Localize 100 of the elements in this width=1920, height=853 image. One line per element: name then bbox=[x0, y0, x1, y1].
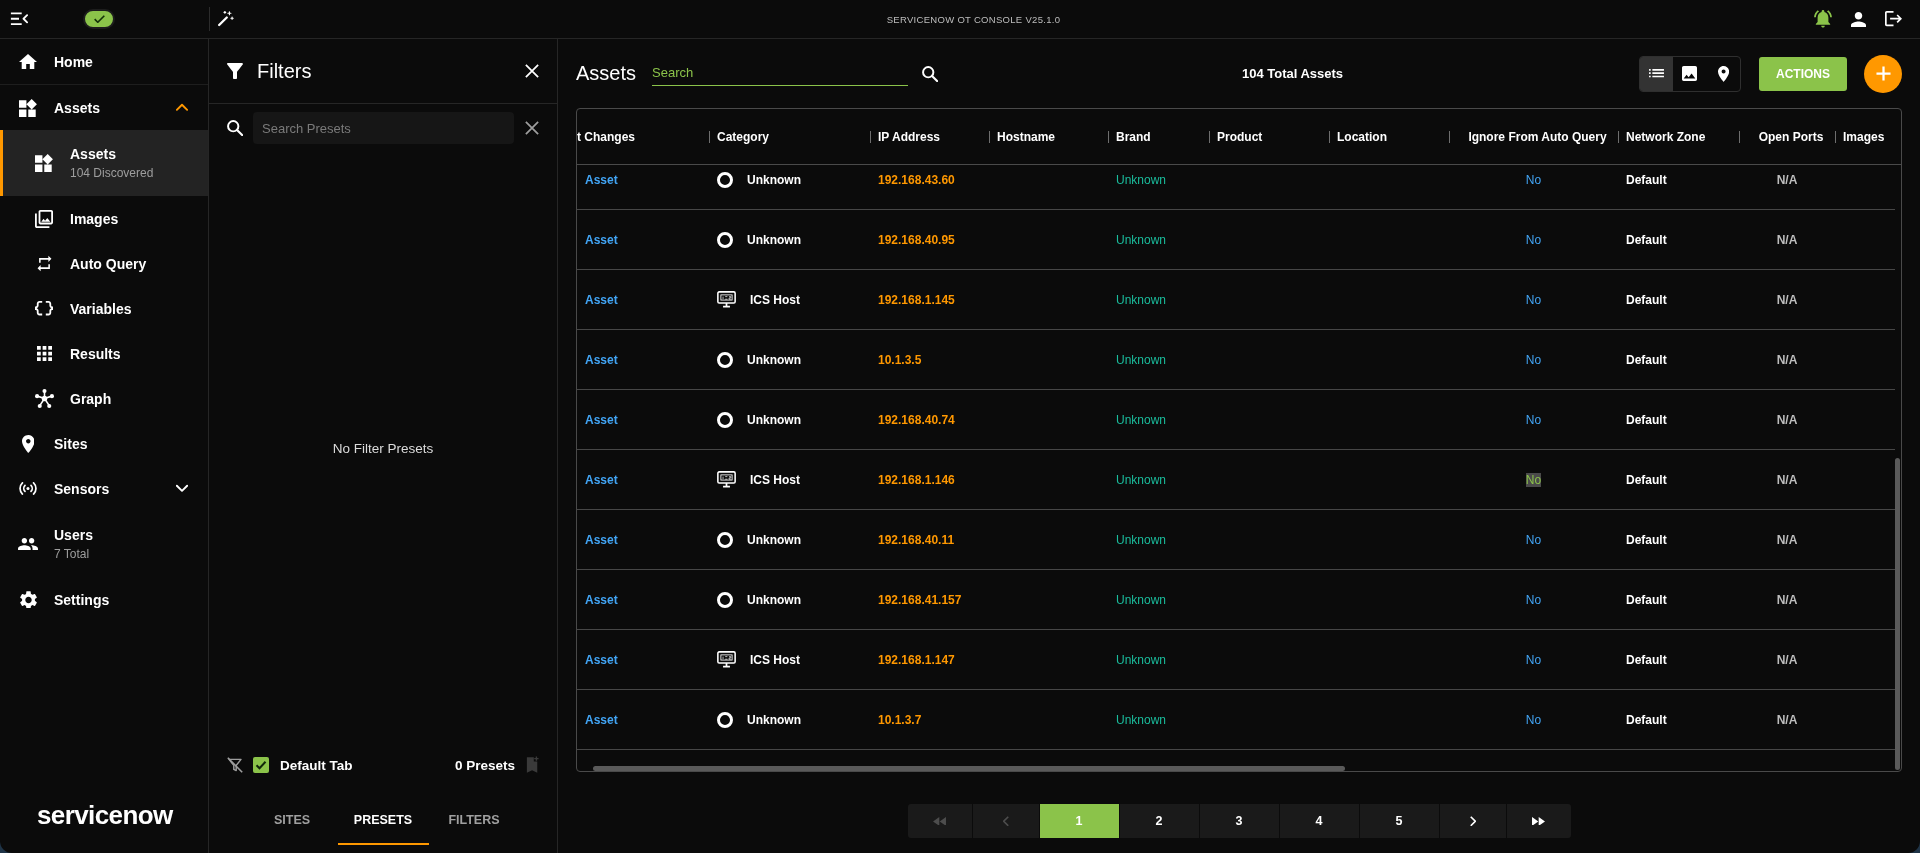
category-label: ICS Host bbox=[750, 652, 800, 667]
ip-address: 192.168.40.11 bbox=[878, 532, 955, 547]
category-label: Unknown bbox=[747, 172, 801, 187]
column-header[interactable]: Category bbox=[717, 129, 769, 144]
page-button[interactable]: 2 bbox=[1119, 804, 1199, 838]
filter-icon bbox=[227, 63, 243, 79]
view-asset-link[interactable]: Asset bbox=[585, 412, 618, 427]
view-asset-link[interactable]: Asset bbox=[585, 472, 618, 487]
column-header[interactable]: Product bbox=[1217, 129, 1263, 144]
ring-icon bbox=[717, 711, 733, 728]
page-button[interactable]: 3 bbox=[1199, 804, 1279, 838]
brand-value: Unknown bbox=[1116, 172, 1167, 187]
nav-item[interactable]: Variables bbox=[0, 286, 208, 331]
category-label: Unknown bbox=[747, 232, 801, 247]
view-asset-link[interactable]: Asset bbox=[585, 232, 618, 247]
column-header[interactable]: Location bbox=[1337, 129, 1387, 144]
ring-icon bbox=[717, 231, 733, 248]
page-button[interactable]: 5 bbox=[1359, 804, 1439, 838]
tab[interactable]: FILTERS bbox=[428, 797, 520, 845]
search-icon[interactable] bbox=[922, 65, 939, 82]
tab[interactable]: PRESETS bbox=[337, 797, 429, 845]
nav-item[interactable]: Sensors bbox=[0, 466, 208, 511]
ip-address: 192.168.43.60 bbox=[878, 172, 955, 187]
brand-value: Unknown bbox=[1116, 652, 1167, 667]
people-icon bbox=[18, 537, 38, 551]
view-asset-link[interactable]: Asset bbox=[585, 592, 618, 607]
nav-item[interactable]: Auto Query bbox=[0, 241, 208, 286]
ip-address: 192.168.1.145 bbox=[878, 292, 955, 307]
search-field[interactable]: Search Presets bbox=[253, 112, 514, 144]
search-icon[interactable] bbox=[227, 120, 243, 136]
tab[interactable]: SITES bbox=[246, 797, 338, 845]
view-asset-link[interactable]: Asset bbox=[585, 352, 618, 367]
horizontal-scrollbar[interactable] bbox=[593, 766, 1345, 771]
widgets-icon bbox=[19, 98, 37, 117]
column-header[interactable]: Open Ports bbox=[1758, 129, 1824, 144]
nav-item[interactable]: Sites bbox=[0, 421, 208, 466]
brand-value: Unknown bbox=[1116, 472, 1167, 487]
ip-address: 192.168.40.74 bbox=[878, 412, 955, 427]
vertical-scrollbar[interactable] bbox=[1895, 458, 1900, 770]
ignore-auto-query-value: No bbox=[1525, 172, 1542, 187]
category-label: Unknown bbox=[747, 532, 801, 547]
nav-item[interactable]: Settings bbox=[0, 577, 208, 622]
page-button[interactable]: 4 bbox=[1279, 804, 1359, 838]
nav-item[interactable]: Results bbox=[0, 331, 208, 376]
search-field[interactable]: Search bbox=[652, 61, 909, 86]
last-page-button[interactable] bbox=[1506, 804, 1571, 838]
bell-icon[interactable] bbox=[1814, 10, 1832, 28]
open-ports: N/A bbox=[1776, 532, 1798, 547]
logout-icon[interactable] bbox=[1885, 11, 1902, 27]
menu-collapse-icon[interactable] bbox=[10, 12, 28, 26]
nav-item[interactable]: Assets 104 Discovered bbox=[0, 130, 208, 196]
brand-value: Unknown bbox=[1116, 292, 1167, 307]
ring-icon bbox=[717, 531, 733, 548]
view-asset-link[interactable]: Asset bbox=[585, 292, 618, 307]
person-icon[interactable] bbox=[1851, 11, 1866, 27]
column-header[interactable]: IP Address bbox=[878, 129, 941, 144]
ip-address: 192.168.1.147 bbox=[878, 652, 955, 667]
network-zone: Default bbox=[1626, 712, 1667, 727]
close-icon[interactable] bbox=[525, 64, 539, 78]
page-title: Assets bbox=[576, 62, 637, 85]
column-header[interactable]: Network Zone bbox=[1626, 129, 1706, 144]
chevron-right-icon bbox=[1469, 815, 1476, 827]
chevron-up-icon[interactable] bbox=[176, 103, 188, 112]
ignore-auto-query-value: No bbox=[1525, 472, 1542, 487]
view-mode-button[interactable] bbox=[1640, 56, 1674, 91]
ip-address: 192.168.40.95 bbox=[878, 232, 955, 247]
broadcast-icon bbox=[19, 482, 37, 495]
column-header[interactable]: Images bbox=[1843, 129, 1885, 144]
network-zone: Default bbox=[1626, 592, 1667, 607]
checkbox[interactable] bbox=[253, 757, 269, 773]
ip-address: 10.1.3.5 bbox=[878, 352, 922, 367]
view-asset-link[interactable]: Asset bbox=[585, 652, 618, 667]
column-header[interactable]: t Changes bbox=[577, 129, 635, 144]
chevron-down-icon[interactable] bbox=[176, 484, 188, 493]
open-ports: N/A bbox=[1776, 352, 1798, 367]
nav-item[interactable]: Images bbox=[0, 196, 208, 241]
category-label: Unknown bbox=[747, 352, 801, 367]
ip-address: 192.168.1.146 bbox=[878, 472, 955, 487]
nav-item[interactable]: Home bbox=[0, 39, 208, 85]
open-ports: N/A bbox=[1776, 712, 1798, 727]
nav-item[interactable]: Users 7 Total bbox=[0, 511, 208, 577]
filter-off-icon[interactable] bbox=[227, 757, 243, 773]
nav-item[interactable]: Assets bbox=[0, 85, 208, 130]
column-header[interactable]: Hostname bbox=[997, 129, 1055, 144]
add-button[interactable] bbox=[1864, 54, 1902, 93]
network-zone: Default bbox=[1626, 472, 1667, 487]
network-zone: Default bbox=[1626, 292, 1667, 307]
category-label: ICS Host bbox=[750, 472, 800, 487]
clear-icon[interactable] bbox=[525, 121, 539, 135]
ignore-auto-query-value: No bbox=[1525, 352, 1542, 367]
view-asset-link[interactable]: Asset bbox=[585, 712, 618, 727]
view-asset-link[interactable]: Asset bbox=[585, 172, 618, 187]
brand-value: Unknown bbox=[1116, 712, 1167, 727]
view-asset-link[interactable]: Asset bbox=[585, 532, 618, 547]
status-toggle[interactable] bbox=[83, 9, 115, 29]
column-header[interactable]: Ignore From Auto Query bbox=[1468, 129, 1607, 144]
fast-forward-icon bbox=[1532, 816, 1545, 826]
column-header[interactable]: Brand bbox=[1116, 129, 1151, 144]
magic-wand-icon[interactable] bbox=[218, 11, 234, 27]
nav-item[interactable]: Graph bbox=[0, 376, 208, 421]
